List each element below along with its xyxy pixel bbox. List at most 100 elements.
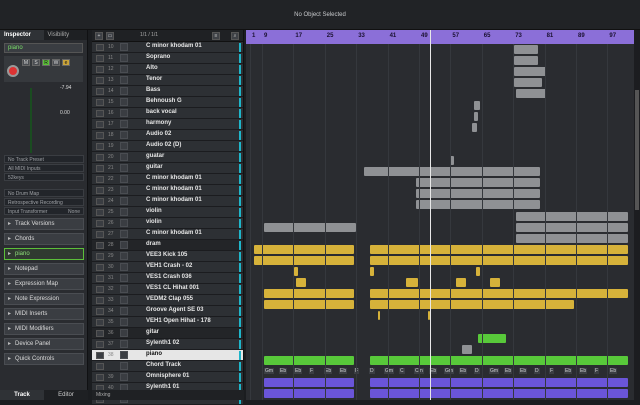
track-name[interactable]: violin — [146, 219, 162, 225]
tab-editor[interactable]: Editor — [44, 390, 88, 400]
clip[interactable] — [254, 255, 354, 265]
section-midi-inserts[interactable]: MIDI Inserts — [4, 308, 84, 320]
input-transformer-row[interactable]: Input Transformer None — [4, 207, 84, 215]
clip[interactable] — [370, 389, 628, 399]
track-name[interactable]: VEDM2 Clap 055 — [146, 296, 193, 302]
track-name[interactable]: violin — [146, 208, 162, 214]
chord-event[interactable]: Eb — [294, 367, 303, 374]
track-row[interactable]: 18 Audio 02 — [92, 130, 243, 141]
clip[interactable] — [406, 278, 418, 288]
clip[interactable] — [474, 100, 480, 110]
chord-event[interactable]: Eb — [609, 367, 618, 374]
clip[interactable] — [378, 311, 380, 321]
mute-button[interactable] — [120, 98, 128, 106]
track-name[interactable]: Soprano — [146, 54, 170, 60]
mute-button[interactable] — [120, 241, 128, 249]
mute-button[interactable] — [120, 351, 128, 359]
clip[interactable] — [462, 344, 472, 354]
track-name[interactable]: Behnoush G — [146, 98, 182, 104]
track-row[interactable]: 16 back vocal — [92, 108, 243, 119]
clip[interactable] — [254, 244, 354, 254]
mute-button[interactable] — [120, 43, 128, 51]
track-row[interactable]: 38 piano — [92, 350, 243, 361]
mute-button[interactable] — [120, 142, 128, 150]
chord-event[interactable]: Eb — [519, 367, 528, 374]
track-name[interactable]: C minor khodam 01 — [146, 186, 202, 192]
section-notepad[interactable]: Notepad — [4, 263, 84, 275]
track-row[interactable]: 39 Omnisphere 01 — [92, 372, 243, 383]
track-row[interactable]: 19 Audio 02 (D) — [92, 141, 243, 152]
chord-event[interactable]: Gm — [489, 367, 500, 374]
section-quick-controls[interactable]: Quick Controls — [4, 353, 84, 365]
track-row[interactable]: 25 violin — [92, 207, 243, 218]
chord-event[interactable]: Eb — [564, 367, 573, 374]
track-name[interactable]: Chord Track — [146, 362, 181, 368]
track-name[interactable]: Bass — [146, 87, 160, 93]
mute-button[interactable] — [120, 230, 128, 238]
mute-button[interactable] — [120, 296, 128, 304]
scrollbar-thumb[interactable] — [635, 90, 639, 210]
clip[interactable] — [264, 289, 354, 299]
track-name[interactable]: VEE3 Kick 105 — [146, 252, 187, 258]
track-name[interactable]: C minor khodam 01 — [146, 230, 202, 236]
track-row[interactable]: 27 C minor khodam 01 — [92, 229, 243, 240]
read-automation-button[interactable]: R — [42, 59, 50, 66]
mute-button[interactable] — [120, 186, 128, 194]
track-row[interactable]: 30 VEH1 Crash - 02 — [92, 262, 243, 273]
track-name[interactable]: VES1 Crash 036 — [146, 274, 192, 280]
mute-button[interactable] — [120, 175, 128, 183]
chord-event[interactable]: Eb — [504, 367, 513, 374]
chord-event[interactable]: D — [534, 367, 540, 374]
track-preset-field[interactable]: No Track Preset — [4, 155, 84, 163]
retrospective-recording[interactable]: Retrospective Recording — [4, 198, 84, 206]
track-row[interactable]: 21 guitar — [92, 163, 243, 174]
track-row[interactable]: 20 guatar — [92, 152, 243, 163]
section-device-panel[interactable]: Device Panel — [4, 338, 84, 350]
clip[interactable] — [416, 189, 540, 199]
track-row[interactable]: 32 VES1 CL Hihat 001 — [92, 284, 243, 295]
clip[interactable] — [264, 300, 354, 310]
mute-button[interactable] — [120, 87, 128, 95]
clip[interactable] — [416, 200, 540, 210]
track-name[interactable]: Audio 02 (D) — [146, 142, 181, 148]
clip[interactable] — [516, 233, 628, 243]
track-row[interactable]: 23 C minor khodam 01 — [92, 185, 243, 196]
track-name[interactable]: Audio 02 — [146, 131, 171, 137]
track-name[interactable]: piano — [146, 351, 162, 357]
mute-button[interactable] — [120, 340, 128, 348]
mute-button[interactable]: M — [22, 59, 30, 66]
section-chords[interactable]: Chords — [4, 233, 84, 245]
clip[interactable] — [476, 267, 480, 276]
track-name[interactable]: C minor khodam 01 — [146, 43, 202, 49]
inspector-track-name[interactable]: piano — [4, 43, 83, 53]
mute-button[interactable] — [120, 274, 128, 282]
track-name[interactable]: dram — [146, 241, 161, 247]
clip[interactable] — [472, 122, 477, 132]
clip[interactable] — [370, 289, 628, 299]
folder-icon[interactable]: ▭ — [106, 32, 114, 40]
mute-button[interactable] — [120, 362, 128, 370]
section-piano-channel[interactable]: piano — [4, 248, 84, 260]
track-row[interactable]: 34 Groove Agent SE 03 — [92, 306, 243, 317]
clip[interactable] — [416, 178, 540, 188]
mute-button[interactable] — [120, 252, 128, 260]
track-row[interactable]: 13 Tenor — [92, 75, 243, 86]
track-row[interactable]: 24 C minor khodam 01 — [92, 196, 243, 207]
add-track-icon[interactable]: + — [95, 32, 103, 40]
solo-button[interactable]: S — [32, 59, 40, 66]
mute-button[interactable] — [120, 131, 128, 139]
search-icon[interactable]: ⌕ — [231, 32, 239, 40]
chord-event[interactable]: F — [309, 367, 315, 374]
mute-button[interactable] — [120, 164, 128, 172]
mute-button[interactable] — [120, 109, 128, 117]
timeline-ruler[interactable]: 1 9 17 25 33 41 49 57 65 73 81 89 97 — [246, 30, 634, 44]
clip[interactable] — [516, 89, 546, 99]
chord-event[interactable]: Gm — [444, 367, 455, 374]
clip[interactable] — [370, 300, 574, 310]
mute-button[interactable] — [120, 373, 128, 381]
track-row[interactable]: 29 VEE3 Kick 105 — [92, 251, 243, 262]
mute-button[interactable] — [120, 285, 128, 293]
track-name[interactable]: Tenor — [146, 76, 162, 82]
track-row[interactable]: 15 Behnoush G — [92, 97, 243, 108]
chord-event[interactable]: D — [474, 367, 480, 374]
